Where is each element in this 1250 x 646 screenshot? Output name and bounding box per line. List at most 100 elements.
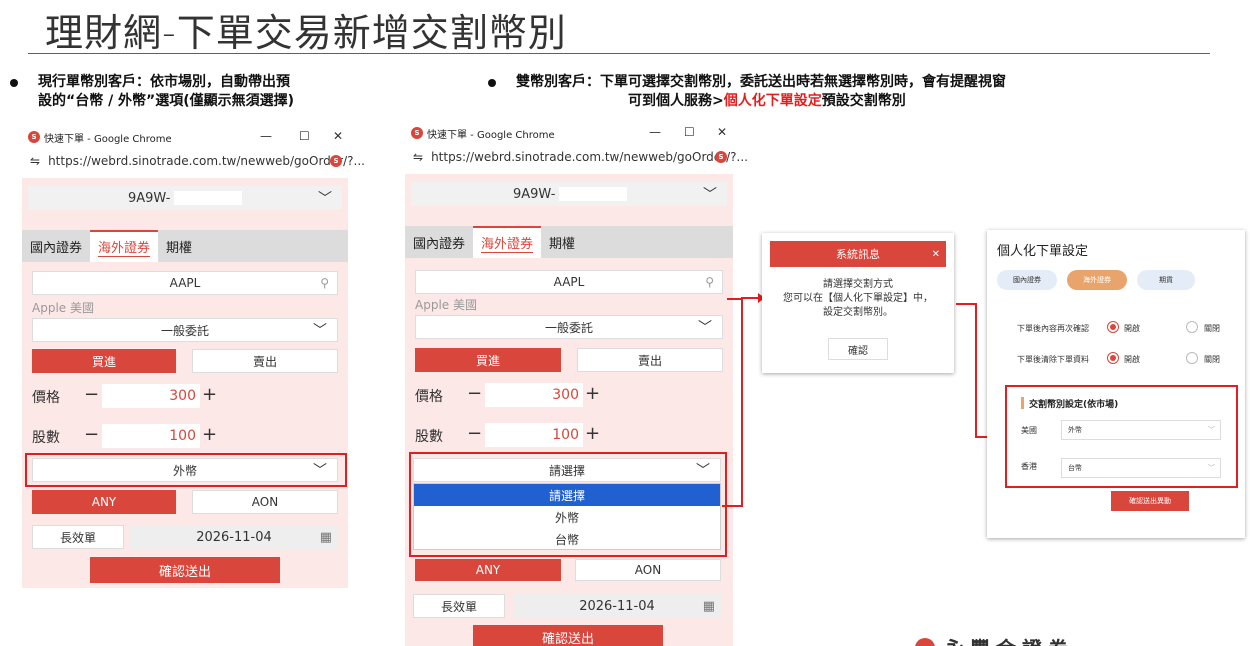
close-icon[interactable]: ✕: [717, 125, 727, 139]
account-select[interactable]: 9A9W- ﹀: [28, 186, 342, 210]
symbol-description: Apple 美國: [32, 301, 94, 315]
clear-off-radio[interactable]: [1186, 352, 1198, 364]
calendar-icon[interactable]: ▦: [320, 530, 332, 545]
date-value: 2026-11-04: [579, 598, 655, 614]
chevron-down-icon: ﹀: [313, 323, 327, 339]
site-settings-icon[interactable]: ⇋: [413, 150, 423, 164]
symbol-value: AAPL: [169, 276, 201, 290]
date-field[interactable]: 2026-11-04 ▦: [130, 525, 338, 549]
price-input[interactable]: 300: [485, 383, 583, 407]
qty-input[interactable]: 100: [485, 423, 583, 447]
order-window-dual: S 快速下單 - Google Chrome — ☐ ✕ ⇋ https://w…: [405, 122, 748, 646]
bullet-line-2b: 預設交割幣別: [821, 93, 906, 109]
aon-button[interactable]: AON: [192, 490, 338, 514]
settings-title: 個人化下單設定: [997, 244, 1089, 259]
alert-ok-button[interactable]: 確認: [828, 338, 888, 360]
tab-domestic[interactable]: 國內證券: [997, 270, 1057, 290]
validity-select[interactable]: 長效單: [413, 594, 505, 618]
any-button[interactable]: ANY: [415, 559, 561, 581]
save-changes-button[interactable]: 確認送出異動: [1111, 491, 1189, 511]
any-button[interactable]: ANY: [32, 490, 176, 514]
tab-futures[interactable]: 期貨: [1137, 270, 1195, 290]
confirm-on-label: 開啟: [1124, 324, 1140, 333]
personal-order-settings-panel: 個人化下單設定 國內證券 海外證券 期貨 下單後內容再次確認 開啟 關閉 下單後…: [987, 230, 1245, 538]
close-icon[interactable]: ✕: [932, 249, 940, 260]
tab-overseas[interactable]: 海外證券: [90, 230, 159, 262]
date-field[interactable]: 2026-11-04 ▦: [513, 594, 721, 618]
tab-overseas[interactable]: 海外證券: [473, 226, 542, 258]
confirm-on-radio[interactable]: [1107, 321, 1119, 333]
price-minus-button[interactable]: −: [467, 383, 482, 404]
maximize-icon[interactable]: ☐: [299, 129, 310, 143]
url-bar[interactable]: ⇋ https://webrd.sinotrade.com.tw/newweb/…: [22, 148, 365, 174]
extension-icon[interactable]: S: [330, 155, 342, 167]
tab-domestic[interactable]: 國內證券: [22, 230, 90, 262]
buy-button[interactable]: 買進: [415, 348, 561, 372]
window-title: 快速下單 - Google Chrome: [44, 133, 172, 145]
qty-minus-button[interactable]: −: [84, 424, 99, 445]
alert-line-2: 您可以在【個人化下單設定】中，: [783, 293, 933, 304]
account-select[interactable]: 9A9W- ﹀: [411, 182, 727, 206]
clear-on-radio[interactable]: [1107, 352, 1119, 364]
url-text: https://webrd.sinotrade.com.tw/newweb/go…: [48, 154, 365, 168]
symbol-input[interactable]: AAPL ⚲: [32, 271, 338, 295]
order-type-select[interactable]: 一般委託 ﹀: [415, 315, 723, 339]
close-icon[interactable]: ✕: [333, 129, 343, 143]
chevron-down-icon: ﹀: [703, 187, 717, 203]
minimize-icon[interactable]: —: [649, 125, 661, 139]
highlight-currency-box: [25, 453, 347, 487]
order-type-value: 一般委託: [160, 323, 209, 338]
row-confirm-label: 下單後內容再次確認: [1017, 324, 1089, 333]
qty-label: 股數: [32, 430, 60, 446]
submit-button[interactable]: 確認送出: [90, 557, 280, 583]
account-value: 9A9W-: [513, 186, 556, 202]
order-type-value: 一般委託: [544, 320, 593, 335]
price-input[interactable]: 300: [102, 384, 200, 408]
maximize-icon[interactable]: ☐: [684, 125, 695, 139]
aon-button[interactable]: AON: [575, 559, 721, 581]
page-title: 理財網-下單交易新增交割幣別: [45, 11, 567, 55]
price-plus-button[interactable]: +: [585, 383, 600, 404]
tab-overseas[interactable]: 海外證券: [1067, 270, 1127, 290]
confirm-off-radio[interactable]: [1186, 321, 1198, 333]
sell-button[interactable]: 賣出: [192, 349, 338, 373]
submit-button[interactable]: 確認送出: [473, 625, 663, 646]
buy-button[interactable]: 買進: [32, 349, 176, 373]
tab-options[interactable]: 期權: [158, 230, 200, 262]
clear-on-label: 開啟: [1124, 355, 1140, 364]
arrow-segment: [741, 298, 743, 506]
site-settings-icon[interactable]: ⇋: [30, 154, 40, 168]
extension-icon[interactable]: S: [715, 151, 727, 163]
date-value: 2026-11-04: [196, 529, 272, 545]
qty-plus-button[interactable]: +: [202, 424, 217, 445]
footer-brand: 永豐金證券: [944, 633, 1074, 646]
sinotrade-logo-icon: S: [28, 131, 40, 143]
arrow-segment: [727, 298, 742, 300]
bullet-dot: [10, 79, 18, 87]
symbol-value: AAPL: [553, 275, 585, 289]
arrow-segment: [722, 505, 743, 507]
tab-domestic[interactable]: 國內證券: [405, 226, 473, 258]
order-type-select[interactable]: 一般委託 ﹀: [32, 318, 338, 342]
tab-options[interactable]: 期權: [541, 226, 583, 258]
account-mask: [174, 191, 243, 205]
price-label: 價格: [32, 390, 60, 406]
clear-off-label: 關閉: [1204, 355, 1220, 364]
qty-plus-button[interactable]: +: [585, 423, 600, 444]
calendar-icon[interactable]: ▦: [703, 599, 715, 614]
chevron-down-icon: ﹀: [698, 320, 712, 336]
price-minus-button[interactable]: −: [84, 384, 99, 405]
minimize-icon[interactable]: —: [260, 129, 272, 143]
price-plus-button[interactable]: +: [202, 384, 217, 405]
symbol-input[interactable]: AAPL ⚲: [415, 270, 723, 294]
chevron-down-icon: ﹀: [318, 191, 332, 207]
qty-input[interactable]: 100: [102, 424, 200, 448]
url-bar[interactable]: ⇋ https://webrd.sinotrade.com.tw/newweb/…: [405, 144, 748, 170]
highlight-dropdown-box: [409, 452, 727, 557]
sell-button[interactable]: 賣出: [577, 348, 723, 372]
highlight-currency-settings-box: [1005, 385, 1238, 488]
alert-header: 系統訊息 ✕: [770, 241, 946, 267]
qty-minus-button[interactable]: −: [467, 423, 482, 444]
tab-overseas-label: 海外證券: [98, 237, 151, 257]
validity-select[interactable]: 長效單: [32, 525, 124, 549]
